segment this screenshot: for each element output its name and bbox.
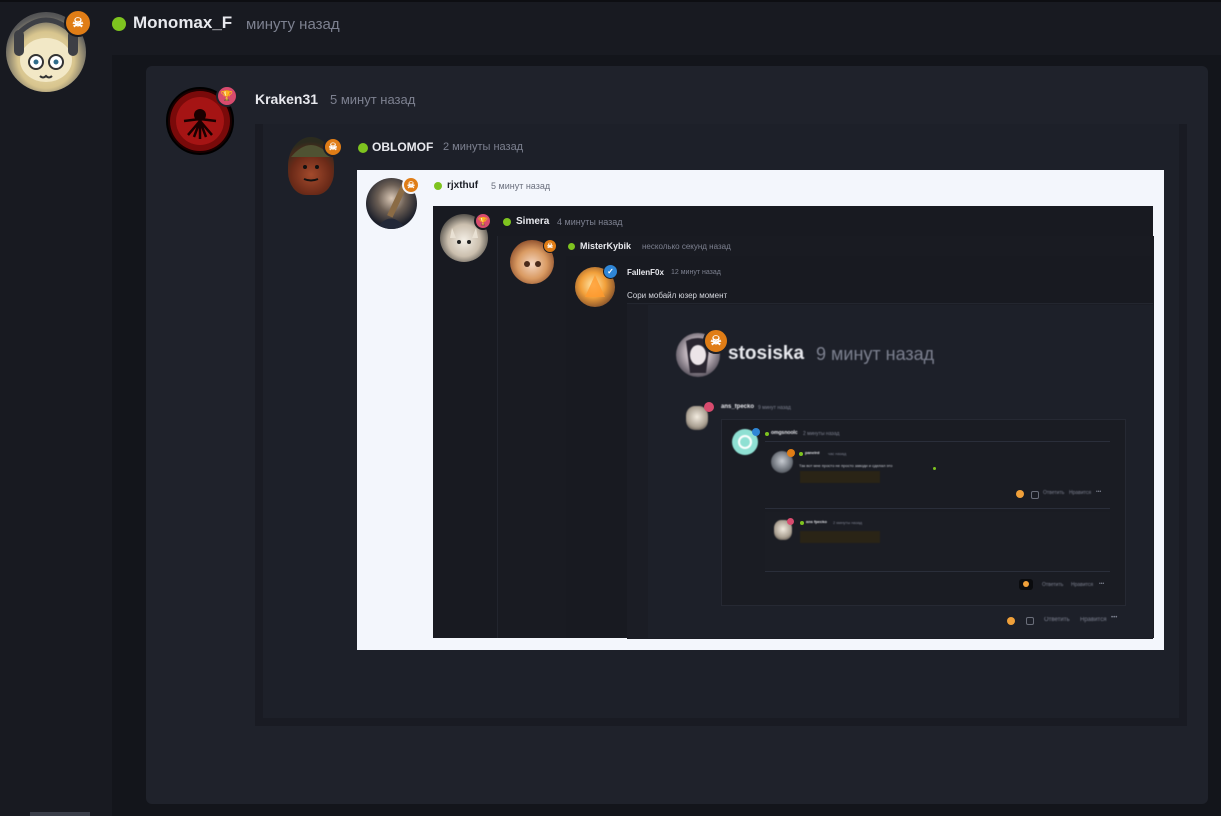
reply-icon[interactable] [1026, 617, 1034, 625]
online-indicator [358, 143, 368, 153]
author-name[interactable]: Kraken31 [255, 91, 318, 107]
post-time[interactable]: 2 минуты назад [443, 141, 523, 153]
author-name[interactable]: MisterKybik [580, 241, 631, 251]
online-indicator [800, 521, 804, 525]
quote-snippet [800, 531, 880, 543]
online-indicator [112, 17, 126, 31]
like-button[interactable]: Нравится [1069, 490, 1091, 496]
trophy-icon [787, 518, 794, 525]
trophy-icon [704, 402, 714, 412]
online-indicator [503, 218, 511, 226]
skull-icon [787, 449, 795, 457]
divider [765, 508, 1110, 509]
online-indicator [434, 182, 442, 190]
more-button[interactable]: ••• [1099, 581, 1104, 587]
author-name[interactable]: stosiska [728, 343, 804, 365]
skull-icon: ☠ [323, 137, 343, 157]
post-time[interactable]: 5 минут назад [491, 181, 550, 191]
divider [765, 571, 1110, 572]
bottom-scrollbar[interactable] [30, 812, 90, 816]
like-reaction-icon[interactable] [1007, 617, 1015, 625]
post-time[interactable]: 5 минут назад [330, 92, 415, 107]
skull-icon: ☠ [64, 9, 92, 37]
author-name[interactable]: ans fpecko [806, 519, 827, 524]
author-name[interactable]: omgsnoolc [771, 430, 798, 436]
like-reaction-icon[interactable] [1016, 490, 1024, 498]
skull-icon: ☠ [402, 176, 420, 194]
trophy-icon: 🏆 [216, 85, 238, 107]
status-dot [933, 467, 936, 470]
post-time[interactable]: 12 минут назад [671, 269, 721, 276]
like-button[interactable]: Нравится [1080, 617, 1106, 623]
online-indicator [799, 452, 803, 456]
skull-icon: ☠ [703, 328, 729, 354]
author-name[interactable]: ans_fpecko [721, 404, 754, 410]
more-button[interactable]: ••• [1096, 489, 1101, 495]
post-time[interactable]: несколько секунд назад [642, 242, 731, 251]
reply-button[interactable]: Ответить [1042, 582, 1063, 588]
post-time[interactable]: 9 минут назад [758, 405, 791, 411]
post-time[interactable]: 2 минуты назад [833, 520, 862, 525]
reply-button[interactable]: Ответить [1044, 617, 1070, 623]
verified-icon: ✓ [603, 264, 618, 279]
reply-button[interactable]: Ответить [1043, 490, 1064, 496]
trophy-icon: 🏆 [474, 212, 492, 230]
author-name[interactable]: Monomax_F [133, 13, 232, 33]
author-name[interactable]: Simera [516, 216, 549, 227]
post-text: Сори мобайл юзер момент [627, 291, 728, 300]
post-time[interactable]: 9 минут назад [816, 344, 934, 365]
author-name[interactable]: panelrd [805, 450, 819, 455]
like-button[interactable]: Нравится [1071, 582, 1093, 588]
post-time[interactable]: 2 минуты назад [803, 431, 839, 437]
post-time[interactable]: минуту назад [246, 16, 340, 33]
divider [765, 441, 1110, 442]
like-reaction-icon [1023, 581, 1029, 587]
online-indicator [765, 432, 769, 436]
verified-icon [752, 428, 760, 436]
post-time[interactable]: 4 минуты назад [557, 217, 623, 227]
post-time[interactable]: час назад [828, 451, 846, 456]
post-text: Так вот мне просто не просто заводи и сд… [799, 463, 893, 468]
online-indicator [568, 243, 575, 250]
quote-snippet [800, 471, 880, 483]
author-name[interactable]: FallenF0x [627, 268, 664, 277]
author-name[interactable]: rjxthuf [447, 180, 478, 191]
skull-icon: ☠ [543, 239, 557, 253]
reply-icon[interactable] [1031, 491, 1039, 499]
top-divider [0, 0, 1221, 2]
more-button[interactable]: ••• [1111, 615, 1117, 621]
author-name[interactable]: OBLOMOF [372, 140, 433, 154]
